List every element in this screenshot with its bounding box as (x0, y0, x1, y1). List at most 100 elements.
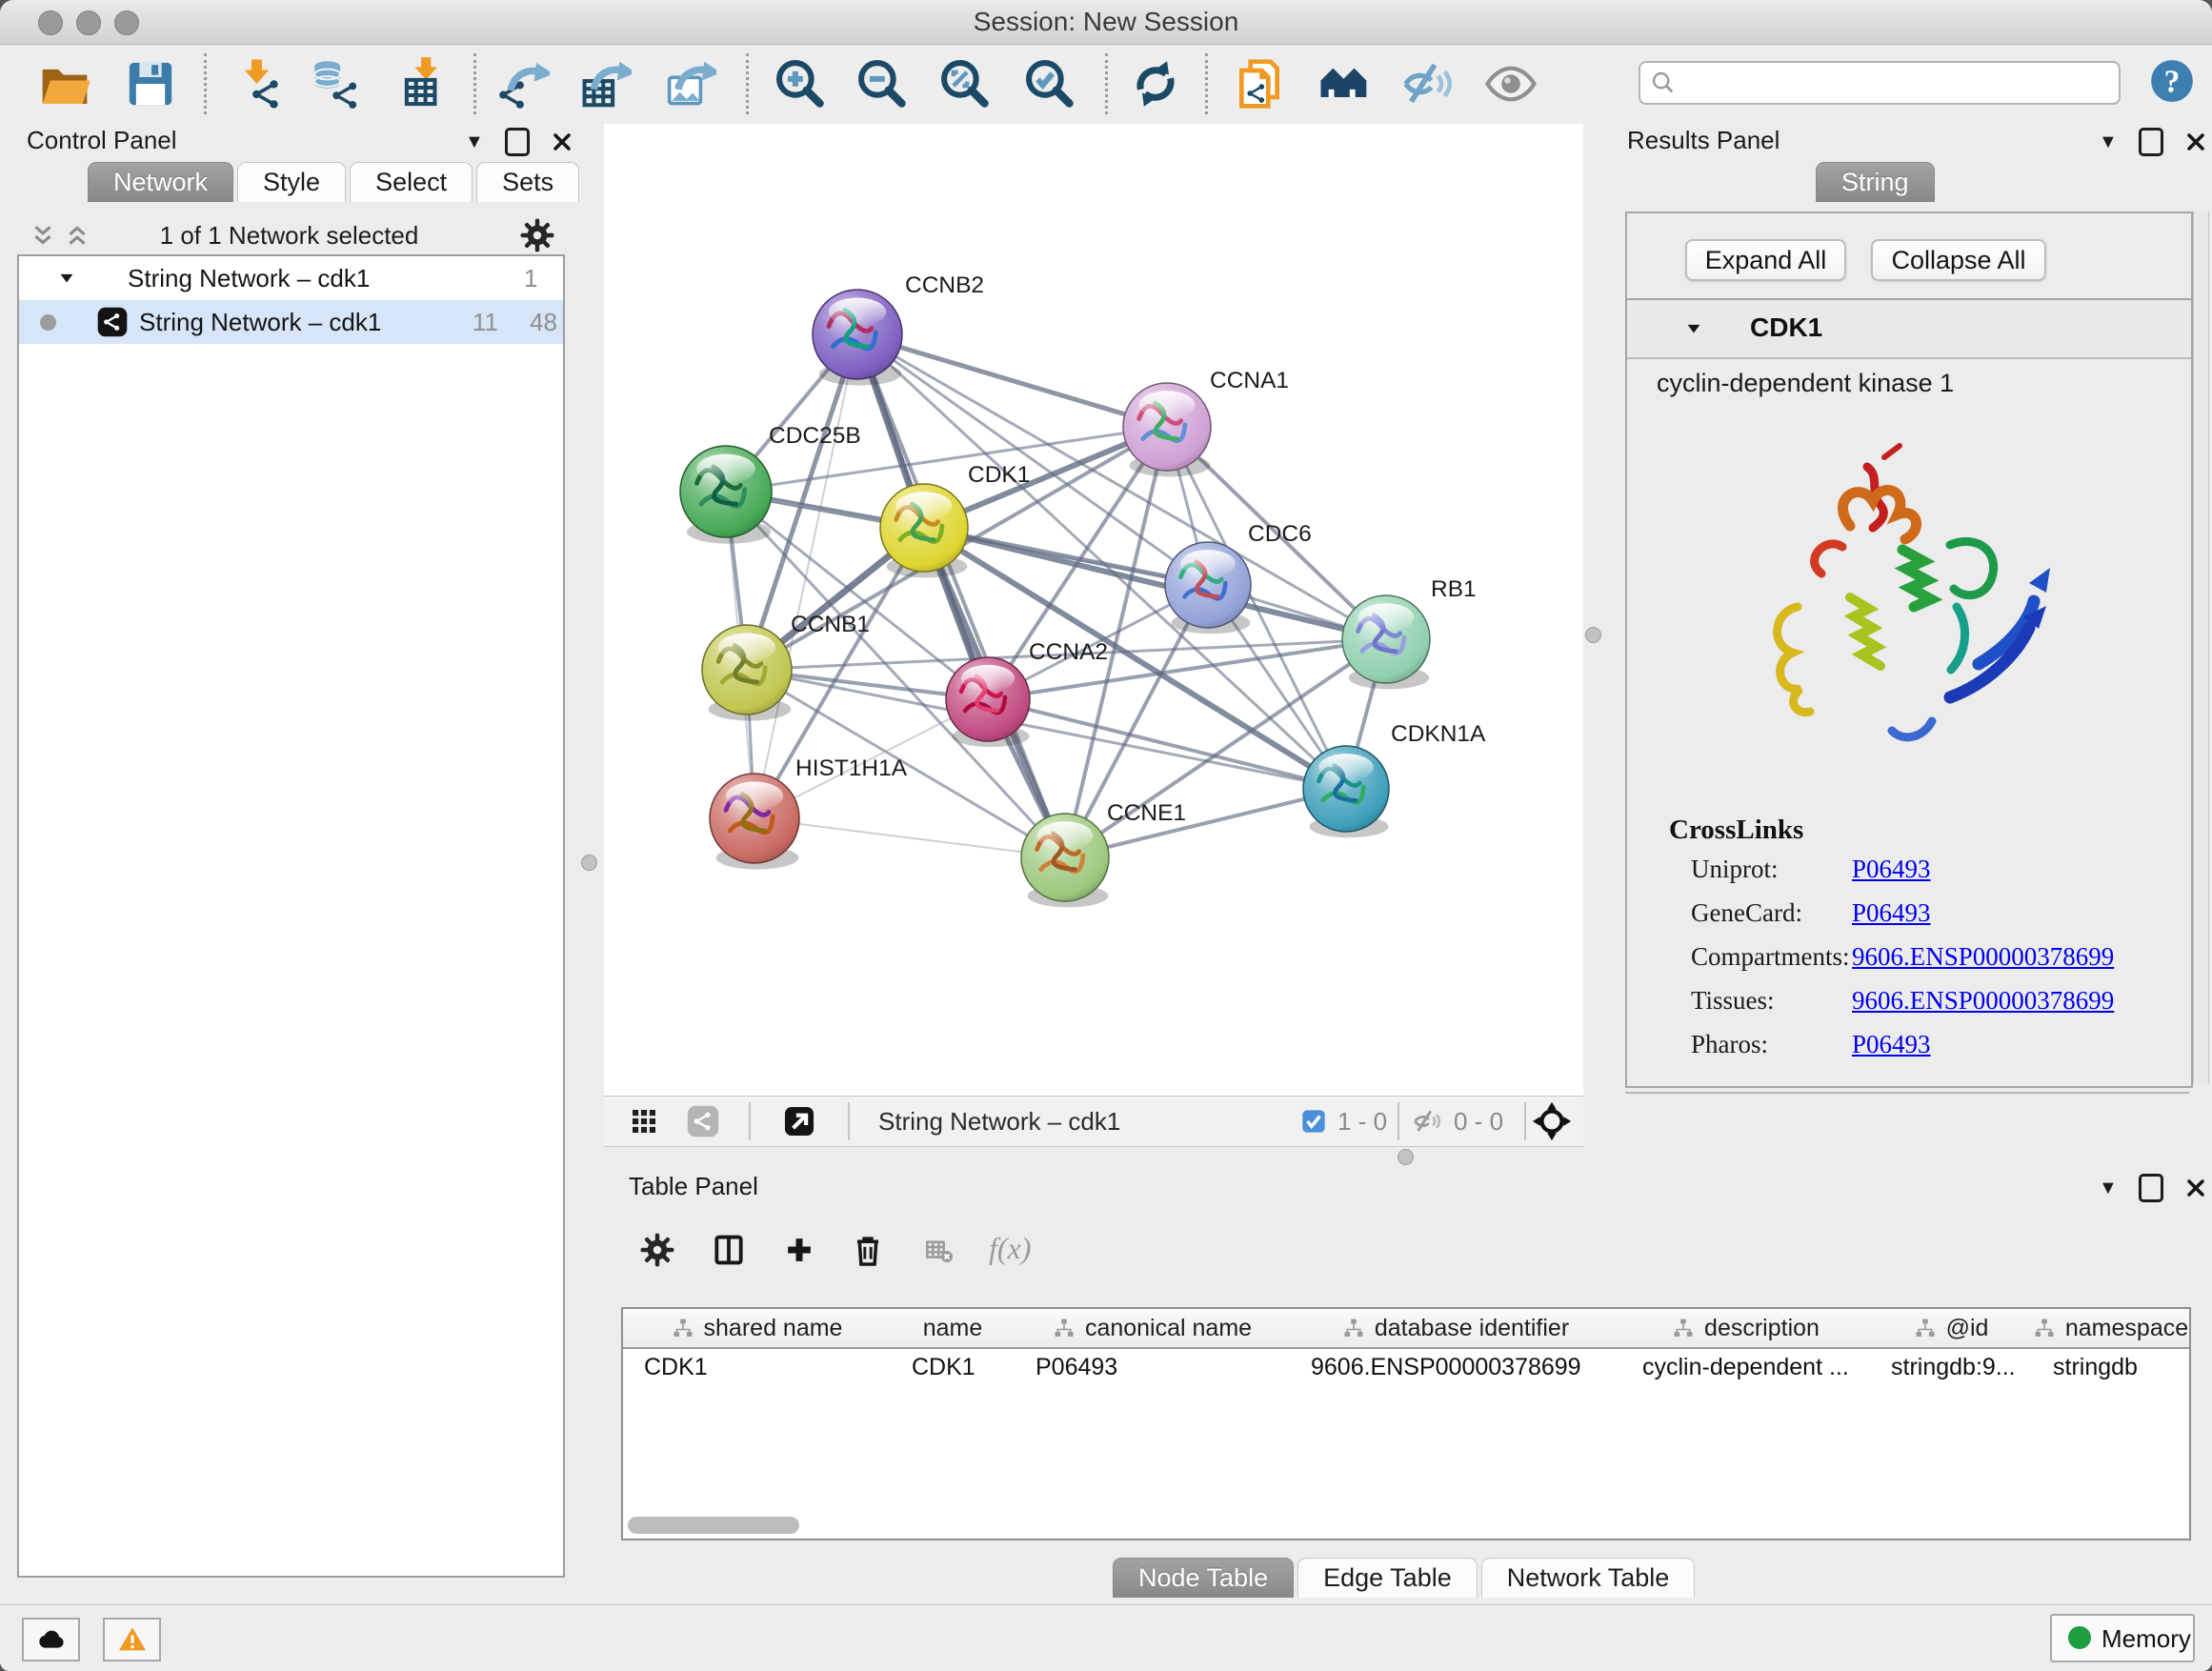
open-in-window-icon[interactable] (781, 1103, 817, 1139)
network-collection-row[interactable]: String Network – cdk1 1 (19, 256, 563, 300)
zoom-out-button[interactable] (855, 57, 909, 111)
panel-menu-icon[interactable]: ▼ (2099, 1178, 2118, 1199)
table-cell[interactable]: cyclin-dependent ... (1621, 1349, 1870, 1385)
export-image-button[interactable] (663, 57, 716, 111)
clone-network-button[interactable] (1233, 57, 1286, 111)
function-builder-icon[interactable]: f(x) (989, 1231, 1031, 1266)
svg-text:CCNB1: CCNB1 (791, 612, 870, 637)
network-node-HIST1H1A[interactable]: HIST1H1A (710, 755, 908, 870)
table-cell[interactable]: stringdb:9... (1870, 1349, 2032, 1385)
float-panel-icon[interactable] (2139, 128, 2163, 156)
column-header-database-identifier[interactable]: database identifier (1290, 1309, 1622, 1349)
cloud-status-button[interactable] (22, 1618, 80, 1661)
tab-edge-table[interactable]: Edge Table (1297, 1558, 1478, 1598)
delete-table-icon[interactable] (920, 1236, 958, 1266)
network-node-RB1[interactable]: RB1 (1342, 576, 1477, 689)
float-panel-icon[interactable] (2139, 1174, 2163, 1202)
close-panel-icon[interactable] (551, 131, 573, 153)
entry-caret-icon[interactable] (1683, 320, 1704, 337)
column-header-namespace[interactable]: namespace (2032, 1309, 2189, 1349)
results-splitter-handle[interactable] (1585, 627, 1601, 643)
table-cell[interactable]: CDK1 (623, 1349, 891, 1385)
float-panel-icon[interactable] (505, 128, 530, 156)
tab-string[interactable]: String (1816, 162, 1935, 202)
tab-select[interactable]: Select (350, 162, 473, 202)
network-node-CDKN1A[interactable]: CDKN1A (1303, 721, 1486, 837)
hide-selected-button[interactable] (1401, 57, 1455, 111)
selected-checkbox-icon[interactable] (1300, 1108, 1327, 1135)
gear-icon[interactable] (519, 217, 555, 253)
zoom-in-button[interactable] (774, 57, 827, 111)
table-cell[interactable]: CDK1 (891, 1349, 1015, 1385)
column-header-@id[interactable]: @id (1870, 1309, 2033, 1349)
search-input[interactable] (1684, 65, 2107, 99)
crosslink-value[interactable]: P06493 (1852, 855, 1931, 884)
tab-network[interactable]: Network (88, 162, 233, 202)
results-panel-controls: ▼ (2099, 128, 2207, 156)
network-row[interactable]: String Network – cdk1 11 48 (19, 300, 563, 344)
refresh-network-button[interactable] (1129, 57, 1182, 111)
expand-all-button[interactable]: Expand All (1685, 239, 1846, 281)
tab-sets[interactable]: Sets (476, 162, 579, 202)
export-table-button[interactable] (578, 57, 632, 111)
horizontal-splitter-handle[interactable] (1398, 1149, 1414, 1165)
warning-icon (117, 1624, 148, 1655)
vertical-splitter-handle[interactable] (581, 855, 597, 871)
tab-style[interactable]: Style (237, 162, 346, 202)
memory-label: Memory (2101, 1624, 2191, 1654)
warnings-button[interactable] (103, 1618, 161, 1661)
table-hscrollbar[interactable] (628, 1517, 799, 1534)
columns-icon[interactable] (711, 1232, 747, 1268)
show-all-button[interactable] (1484, 57, 1538, 111)
crosslink-value[interactable]: P06493 (1852, 1030, 1931, 1059)
share-network-icon[interactable] (686, 1104, 720, 1138)
import-network-from-database-button[interactable] (309, 57, 362, 111)
crosslink-value[interactable]: 9606.ENSP00000378699 (1852, 942, 2114, 972)
crosslink-row: Pharos:P06493 (1627, 1030, 2191, 1074)
zoom-fit-content-button[interactable] (938, 57, 992, 111)
birds-eye-view-icon[interactable] (1532, 1101, 1572, 1141)
save-session-button[interactable] (124, 57, 177, 111)
tree-icon (1672, 1317, 1695, 1339)
memory-button[interactable]: Memory (2050, 1614, 2195, 1662)
close-panel-icon[interactable] (2184, 131, 2207, 153)
network-canvas[interactable]: CCNB2 CCNA1 CDC25B CDK1 CDC6 (604, 124, 1583, 1096)
results-scrollbar-track[interactable] (2193, 211, 2209, 1084)
export-network-button[interactable] (496, 57, 550, 111)
window-title: Session: New Session (0, 0, 2212, 44)
table-cell[interactable]: 9606.ENSP00000378699 (1290, 1349, 1621, 1385)
column-header-canonical-name[interactable]: canonical name (1015, 1309, 1291, 1349)
panel-menu-icon[interactable]: ▼ (465, 131, 484, 153)
crosslink-label: Compartments: (1691, 942, 1849, 972)
table-cell[interactable]: P06493 (1015, 1349, 1290, 1385)
table-gear-icon[interactable] (639, 1232, 675, 1268)
import-table-from-file-button[interactable] (398, 57, 452, 111)
add-column-icon[interactable] (781, 1232, 817, 1268)
crosslink-value[interactable]: P06493 (1852, 898, 1931, 928)
delete-column-icon[interactable] (850, 1232, 886, 1268)
network-node-CCNA1[interactable]: CCNA1 (1123, 368, 1289, 476)
tab-node-table[interactable]: Node Table (1113, 1558, 1294, 1598)
open-session-button[interactable] (38, 57, 91, 111)
crosslink-value[interactable]: 9606.ENSP00000378699 (1852, 986, 2114, 1016)
network-node-CCNB2[interactable]: CCNB2 (813, 272, 984, 386)
help-button[interactable]: ? (2148, 57, 2196, 105)
toolbar-separator (1105, 53, 1108, 114)
table-cell[interactable]: stringdb (2032, 1349, 2189, 1385)
grid-view-icon[interactable] (629, 1106, 659, 1137)
tab-network-table[interactable]: Network Table (1481, 1558, 1696, 1598)
column-header-name[interactable]: name (891, 1309, 1016, 1349)
search-field[interactable] (1639, 61, 2121, 105)
collection-caret-icon[interactable] (57, 270, 76, 287)
hidden-eye-icon[interactable] (1412, 1107, 1442, 1136)
entry-header[interactable]: CDK1 (1627, 300, 2191, 359)
column-header-shared-name[interactable]: shared name (623, 1309, 892, 1349)
node-table[interactable]: shared namenamecanonical namedatabase id… (621, 1307, 2191, 1540)
close-panel-icon[interactable] (2184, 1177, 2207, 1199)
panel-menu-icon[interactable]: ▼ (2099, 131, 2118, 153)
string-query-button[interactable] (1317, 57, 1371, 111)
import-network-from-file-button[interactable] (231, 57, 284, 111)
zoom-selected-button[interactable] (1023, 57, 1076, 111)
collapse-all-button[interactable]: Collapse All (1871, 239, 2046, 281)
column-header-description[interactable]: description (1621, 1309, 1871, 1349)
